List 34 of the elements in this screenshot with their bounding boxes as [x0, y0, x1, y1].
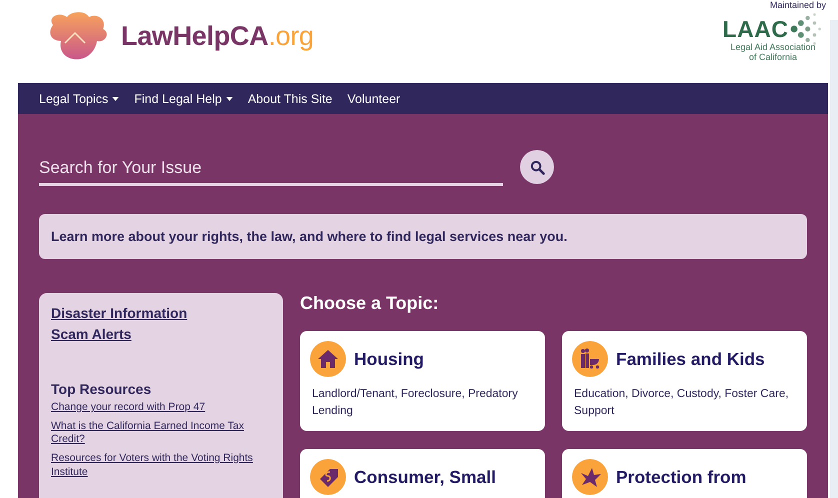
- nav-link[interactable]: Volunteer: [347, 92, 400, 106]
- maintainer-name: Legal Aid Association of California: [730, 42, 816, 63]
- topic-title: Housing: [354, 348, 424, 370]
- featured-link[interactable]: Disaster Information: [51, 305, 188, 321]
- nav-link[interactable]: About This Site: [248, 92, 332, 106]
- resource-link[interactable]: What is the California Earned Income Tax Credit?: [51, 420, 271, 447]
- family-icon: [572, 341, 608, 377]
- featured-link[interactable]: Scam Alerts: [51, 326, 132, 342]
- resource-link[interactable]: Change your record with Prop 47: [51, 401, 206, 415]
- search-icon: [530, 160, 544, 174]
- topic-card[interactable]: Protection from: [562, 449, 807, 498]
- topic-card[interactable]: Families and Kids Education, Divorce, Custody, Foster Care, Support: [562, 331, 807, 431]
- maintainer-caption: Maintained by: [770, 0, 826, 10]
- topic-title: Protection from: [616, 466, 746, 488]
- site-logo-text[interactable]: LawHelpCA.org: [121, 21, 314, 52]
- topic-card[interactable]: Housing Landlord/Tenant, Foreclosure, Predatory Lending: [300, 331, 545, 431]
- search-button[interactable]: [520, 150, 554, 184]
- nav-link[interactable]: Legal Topics: [39, 92, 120, 106]
- topic-card[interactable]: Consumer, Small: [300, 449, 545, 498]
- section-title: Choose a Topic:: [300, 293, 440, 314]
- maintainer-logo-text[interactable]: LAAC: [722, 16, 788, 42]
- topic-description: Landlord/Tenant, Foreclosure, Predatory Lending: [312, 387, 519, 419]
- section-title: Top Resources: [51, 381, 152, 397]
- search-field[interactable]: Search for Your Issue: [39, 154, 503, 186]
- house-icon: [310, 341, 346, 377]
- banner-text: Learn more about your rights, the law, and where to find legal services near you.: [51, 229, 568, 244]
- caret-icon: [112, 96, 120, 100]
- topic-title: Consumer, Small: [354, 466, 496, 488]
- price-tag-icon: [310, 459, 346, 495]
- topic-description: Education, Divorce, Custody, Foster Care, Support: [574, 387, 790, 419]
- caret-icon: [226, 96, 233, 100]
- topic-title: Families and Kids: [616, 348, 765, 370]
- resource-link[interactable]: Resources for Voters with the Voting Rights Institute: [51, 452, 271, 480]
- nav-link[interactable]: Find Legal Help: [134, 92, 233, 106]
